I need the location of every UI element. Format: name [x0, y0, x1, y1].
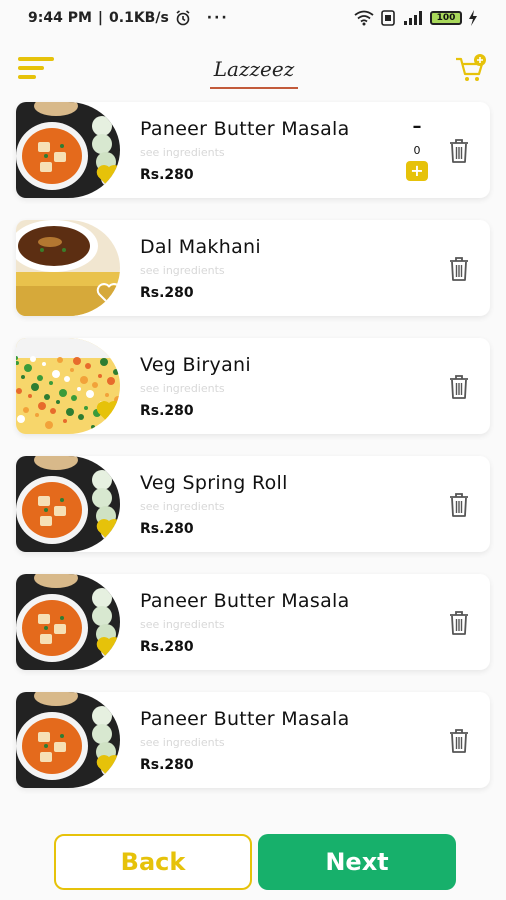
heart-filled-icon[interactable]	[96, 400, 120, 424]
see-ingredients-link[interactable]: see ingredients	[140, 382, 490, 395]
increase-quantity-button[interactable]: +	[406, 161, 428, 181]
food-image	[16, 338, 120, 434]
status-divider: |	[97, 10, 104, 26]
cart-icon[interactable]	[454, 53, 488, 83]
battery-icon: 100	[430, 11, 462, 25]
food-price: Rs.280	[140, 520, 194, 537]
food-info: Veg Spring Roll see ingredients Rs.280	[120, 472, 490, 537]
status-left: 9:44 PM | 0.1KB/s ···	[28, 10, 229, 26]
status-bar: 9:44 PM | 0.1KB/s ··· 100	[0, 0, 506, 36]
heart-filled-icon[interactable]	[96, 518, 120, 542]
charging-icon	[469, 10, 477, 26]
back-button[interactable]: Back	[54, 834, 252, 890]
brand-logo: Lazzeez	[209, 57, 299, 89]
heart-outline-icon[interactable]	[96, 282, 120, 306]
food-info: Veg Biryani see ingredients Rs.280	[120, 354, 490, 419]
food-price: Rs.280	[140, 402, 194, 419]
food-price: Rs.280	[140, 284, 194, 301]
food-image	[16, 102, 120, 198]
quantity-stepper: – 0 +	[406, 118, 428, 181]
food-info: Paneer Butter Masala see ingredients Rs.28…	[120, 590, 490, 655]
status-right: 100	[354, 10, 478, 26]
trash-icon[interactable]	[448, 610, 470, 636]
food-info: Paneer Butter Masala see ingredients Rs.28…	[120, 118, 490, 183]
food-name: Dal Makhani	[140, 235, 261, 258]
food-image	[16, 574, 120, 670]
see-ingredients-link[interactable]: see ingredients	[140, 264, 490, 277]
food-item-card[interactable]: Paneer Butter Masala see ingredients Rs.28…	[16, 574, 490, 670]
status-time: 9:44 PM	[28, 10, 92, 26]
food-image	[16, 456, 120, 552]
food-item-card[interactable]: Paneer Butter Masala see ingredients Rs.28…	[16, 692, 490, 788]
see-ingredients-link[interactable]: see ingredients	[140, 736, 490, 749]
food-price: Rs.280	[140, 166, 194, 183]
food-price: Rs.280	[140, 638, 194, 655]
sim-icon	[381, 10, 395, 26]
status-speed: 0.1KB/s	[109, 10, 169, 26]
app-header: Lazzeez	[0, 40, 506, 96]
trash-icon[interactable]	[448, 138, 470, 164]
see-ingredients-link[interactable]: see ingredients	[140, 500, 490, 513]
alarm-icon	[176, 10, 190, 26]
decrease-quantity-button[interactable]: –	[413, 118, 422, 136]
food-name: Paneer Butter Masala	[140, 589, 350, 612]
food-info: Dal Makhani see ingredients Rs.280	[120, 236, 490, 301]
heart-filled-icon[interactable]	[96, 636, 120, 660]
food-name: Veg Spring Roll	[140, 471, 288, 494]
food-name: Paneer Butter Masala	[140, 707, 350, 730]
food-image	[16, 692, 120, 788]
trash-icon[interactable]	[448, 492, 470, 518]
food-info: Paneer Butter Masala see ingredients Rs.28…	[120, 708, 490, 773]
food-price: Rs.280	[140, 756, 194, 773]
heart-filled-icon[interactable]	[96, 164, 120, 188]
food-item-card[interactable]: Paneer Butter Masala see ingredients Rs.28…	[16, 102, 490, 198]
hamburger-menu-icon[interactable]	[18, 55, 54, 81]
food-item-card[interactable]: Veg Spring Roll see ingredients Rs.280	[16, 456, 490, 552]
more-notifications-icon: ···	[206, 10, 229, 26]
food-item-card[interactable]: Veg Biryani see ingredients Rs.280	[16, 338, 490, 434]
signal-icon	[404, 11, 422, 25]
trash-icon[interactable]	[448, 256, 470, 282]
wifi-icon	[354, 10, 374, 26]
food-image	[16, 220, 120, 316]
trash-icon[interactable]	[448, 374, 470, 400]
trash-icon[interactable]	[448, 728, 470, 754]
food-item-card[interactable]: Dal Makhani see ingredients Rs.280	[16, 220, 490, 316]
next-button[interactable]: Next	[258, 834, 456, 890]
see-ingredients-link[interactable]: see ingredients	[140, 146, 490, 159]
cart-item-list: Paneer Butter Masala see ingredients Rs.28…	[16, 102, 490, 810]
food-name: Paneer Butter Masala	[140, 117, 350, 140]
quantity-value: 0	[413, 144, 421, 157]
bottom-actions: Back Next	[54, 834, 456, 890]
heart-filled-icon[interactable]	[96, 754, 120, 778]
food-name: Veg Biryani	[140, 353, 251, 376]
see-ingredients-link[interactable]: see ingredients	[140, 618, 490, 631]
